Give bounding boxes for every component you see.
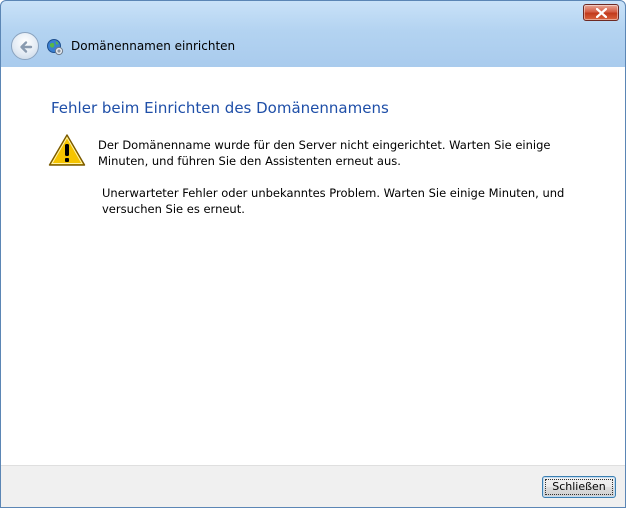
globe-network-icon [47,39,64,56]
back-arrow-icon [20,41,33,53]
error-detail: Unerwarteter Fehler oder unbekanntes Pro… [102,186,565,216]
footer-bar: Schließen [1,465,625,507]
close-button-label: Schließen [545,479,613,495]
warning-icon [48,134,86,166]
back-button[interactable] [11,32,39,60]
close-icon [596,8,607,18]
error-message: Der Domänenname wurde für den Server nic… [98,138,551,168]
close-button[interactable]: Schließen [542,476,616,498]
content-area: Fehler beim Einrichten des Domänennamens… [1,67,625,465]
window-close-button[interactable] [583,4,619,21]
window-title: Domänennamen einrichten [71,39,236,53]
wizard-window: Domänennamen einrichten Fehler beim Einr… [0,0,626,508]
error-heading: Fehler beim Einrichten des Domänennamens [51,99,389,117]
